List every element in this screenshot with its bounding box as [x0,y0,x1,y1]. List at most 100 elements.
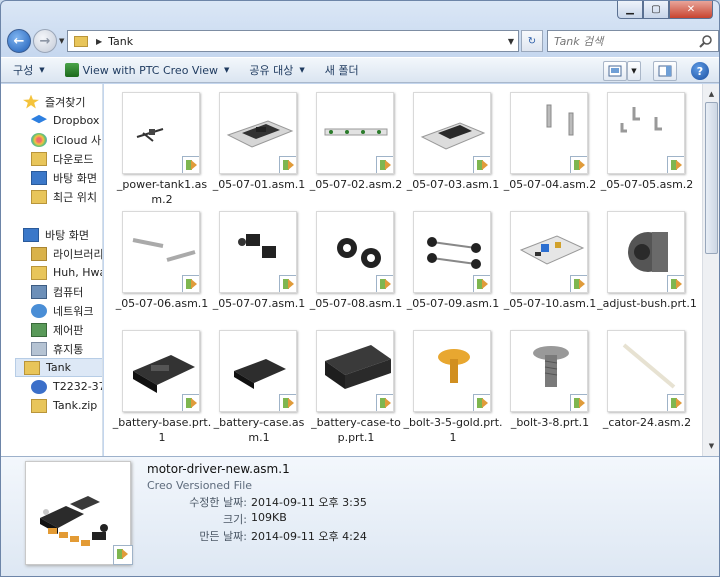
file-name: _battery-case.asm.1 [213,416,305,444]
breadcrumb-tank[interactable]: Tank [108,35,133,48]
sidebar-item[interactable]: 컴퓨터 [31,282,83,301]
details-row: 만든 날짜: 2014-09-11 오후 4:24 [147,528,407,544]
sidebar-item[interactable]: 제어판 [31,320,83,339]
sidebar-item[interactable]: Tank [15,358,102,377]
sidebar-item-label: 제어판 [53,323,84,337]
creo-file-badge-icon [667,275,684,292]
creo-file-badge-icon [473,156,490,173]
desktop-icon [31,170,47,185]
new-folder-label: 새 폴더 [324,64,359,77]
preview-pane-icon [658,65,672,77]
organize-menu[interactable]: 구성 ▼ [13,62,45,78]
file-name: _05-07-01.asm.1 [212,178,306,191]
search-input[interactable] [554,34,694,48]
creo-file-badge-icon [182,156,199,173]
sidebar-item[interactable]: 네트워크 [31,301,93,320]
sidebar-item[interactable]: 바탕 화면 [31,168,97,187]
file-name: _battery-base.prt.1 [112,416,212,444]
file-name: _05-07-10.asm.1 [503,297,597,310]
file-thumbnail [219,330,297,412]
creo-file-badge-icon [279,156,296,173]
file-thumbnail [510,330,588,412]
creo-file-badge-icon [279,394,296,411]
help-button[interactable]: ? [691,62,709,80]
file-name: _battery-case-top.prt.1 [311,416,401,444]
user-folder-icon [31,265,47,280]
creo-file-badge-icon [113,545,133,565]
window-controls: ▁ ▢ ✕ [617,1,713,19]
sidebar-item-label: 바탕 화면 [45,228,89,242]
share-menu[interactable]: 공유 대상 ▼ [249,62,304,78]
file-name: _05-07-08.asm.1 [309,297,403,310]
file-name: _05-07-03.asm.1 [406,178,500,191]
sidebar-item[interactable]: iCloud 사진 [31,130,102,149]
creo-file-badge-icon [376,394,393,411]
details-row: 크기: 109KB [147,511,407,527]
details-value: 109KB [251,511,287,524]
sidebar-item-label: 네트워크 [53,304,94,318]
address-dropdown-icon[interactable]: ▼ [508,37,514,46]
creo-file-badge-icon [376,156,393,173]
navigation-bar: ← → ▼ ▶ Tank ▼ ↻ [7,28,719,54]
creo-file-badge-icon [279,275,296,292]
download-folder-icon [31,151,47,166]
sidebar-item[interactable]: 즐겨찾기 [23,92,85,111]
file-name: _05-07-07.asm.1 [212,297,306,310]
file-name: _adjust-bush.prt.1 [597,297,697,310]
zip-folder-icon [31,398,47,413]
file-thumbnail [510,211,588,293]
file-name: _power-tank1.asm.2 [116,178,208,206]
search-icon[interactable] [699,34,713,48]
sidebar-item[interactable]: T2232-370- [31,377,102,396]
recent-places-icon [31,189,47,204]
preview-pane-button[interactable] [653,61,677,81]
sidebar-item[interactable]: 라이브러리 [31,244,102,263]
chevron-down-icon: ▼ [299,66,305,74]
vertical-scrollbar[interactable]: ▲ ▼ [702,84,719,456]
scroll-down-icon[interactable]: ▼ [704,438,719,454]
toolbar-right: ▼ ? [599,61,709,81]
file-thumbnail [607,211,685,293]
view-options-dropdown[interactable]: ▼ [627,61,641,81]
refresh-button[interactable]: ↻ [521,30,543,52]
file-name: _bolt-3-5-gold.prt.1 [403,416,503,444]
sidebar-item[interactable]: Huh, Hwan [31,263,102,282]
file-grid: _power-tank1.asm.2 _05-07-01.asm.1 _05-07-… [104,84,702,456]
file-name: _bolt-3-8.prt.1 [510,416,590,429]
minimize-button[interactable]: ▁ [617,1,643,19]
sidebar-item-label: T2232-370- [53,380,102,393]
sidebar-item-label: 다운로드 [53,152,94,166]
creo-file-badge-icon [473,394,490,411]
sidebar-item-label: Dropbox [53,114,100,127]
file-name: _cator-24.asm.2 [602,416,692,429]
scroll-up-icon[interactable]: ▲ [704,86,719,102]
new-folder-button[interactable]: 새 폴더 [325,62,359,78]
forward-button[interactable]: → [33,29,57,53]
creo-file-badge-icon [473,275,490,292]
address-bar[interactable]: ▶ Tank ▼ [67,30,519,52]
folder-icon [74,35,88,47]
file-thumbnail [219,211,297,293]
sidebar-item[interactable]: Dropbox [31,111,99,130]
close-button[interactable]: ✕ [669,1,713,19]
sidebar-item[interactable]: Tank.zip [31,396,97,415]
scroll-thumb[interactable] [705,102,718,254]
search-box[interactable] [547,30,719,52]
view-with-menu[interactable]: View with PTC Creo View ▼ [64,63,230,77]
back-button[interactable]: ← [7,29,31,53]
sidebar-item[interactable]: 바탕 화면 [23,225,89,244]
creo-file-badge-icon [667,394,684,411]
dropbox-icon [31,114,47,124]
chevron-down-icon: ▼ [224,66,230,74]
close-icon: ✕ [686,4,696,15]
breadcrumb-separator-icon[interactable]: ▶ [96,37,102,46]
creo-view-icon [64,63,79,77]
maximize-button[interactable]: ▢ [643,1,669,19]
sidebar-item[interactable]: 휴지통 [31,339,83,358]
sidebar-item[interactable]: 다운로드 [31,149,93,168]
sidebar-item[interactable]: 최근 위치 [31,187,97,206]
creo-file-badge-icon [376,275,393,292]
recycle-bin-icon [31,341,47,356]
control-panel-icon [31,322,47,337]
change-view-button[interactable] [603,61,627,81]
